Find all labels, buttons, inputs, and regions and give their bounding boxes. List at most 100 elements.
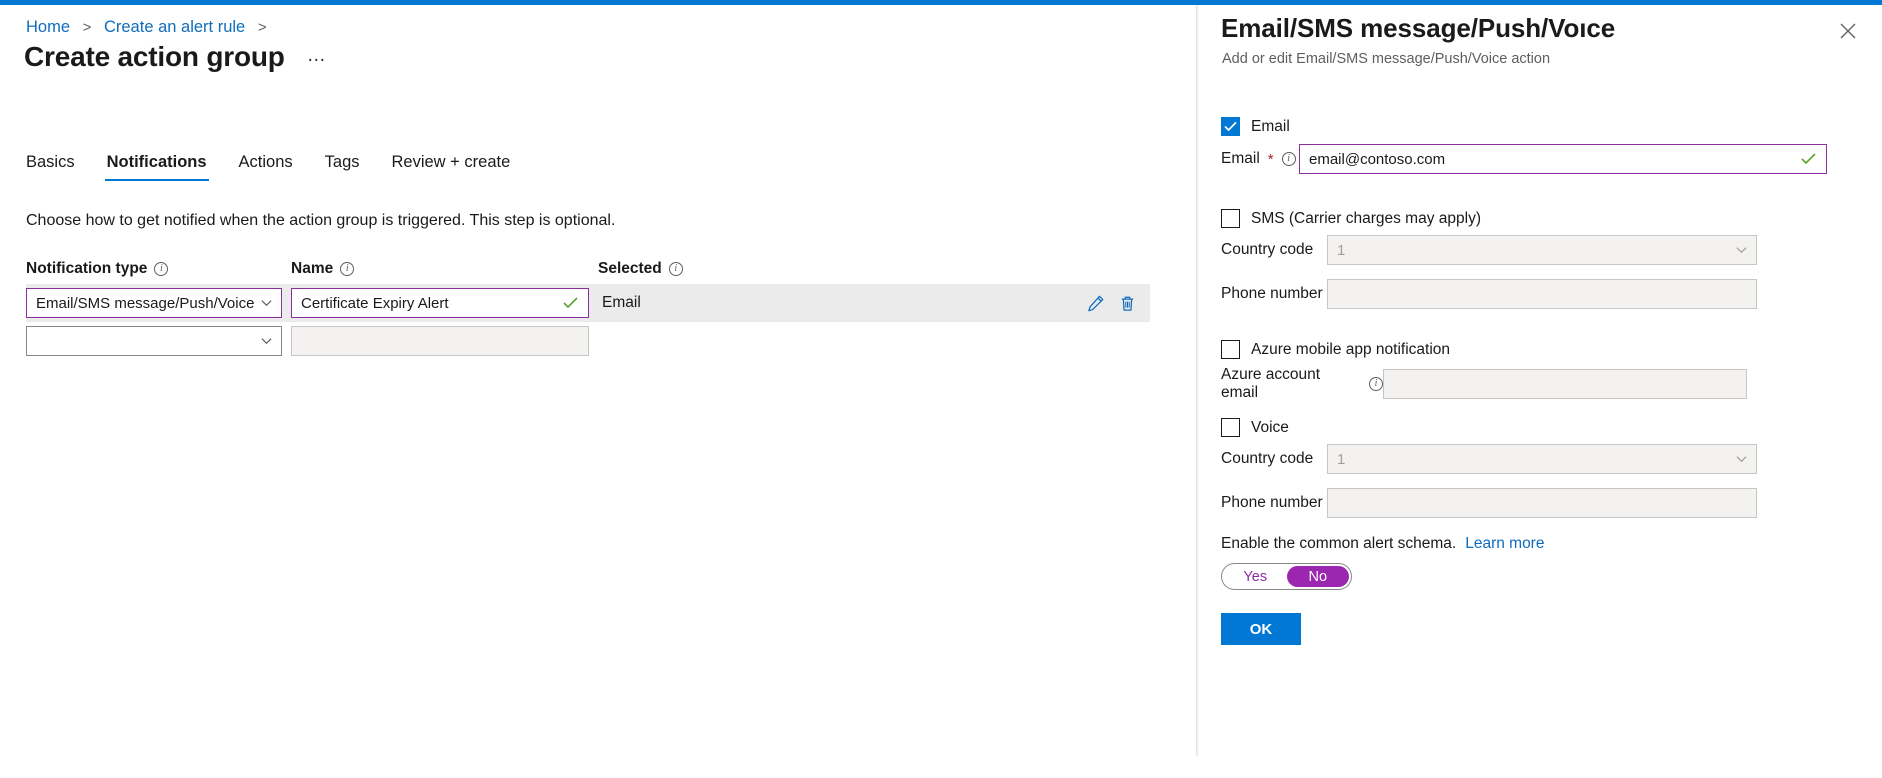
tab-actions[interactable]: Actions <box>223 153 309 181</box>
azure-account-email-label-text: Azure account email <box>1221 366 1361 402</box>
ok-button[interactable]: OK <box>1221 613 1301 645</box>
tab-review-create-label: Review + create <box>392 153 511 171</box>
email-field-label-text: Email <box>1221 150 1260 168</box>
voice-checkbox[interactable] <box>1221 418 1240 437</box>
voice-group: Voice Country code 1 Phone number <box>1221 418 1861 518</box>
tab-notifications-label: Notifications <box>107 153 207 171</box>
page-title: Create action group <box>24 41 285 73</box>
info-icon[interactable]: i <box>669 262 683 276</box>
email-input-value: email@contoso.com <box>1309 151 1445 168</box>
sms-checkbox-label: SMS (Carrier charges may apply) <box>1251 210 1481 228</box>
tab-notifications[interactable]: Notifications <box>91 153 223 181</box>
chevron-down-icon <box>1736 454 1747 465</box>
azure-portal-screen: Home > Create an alert rule > Create act… <box>0 0 1882 778</box>
column-header-selected-label: Selected <box>598 260 662 278</box>
tab-actions-label: Actions <box>239 153 293 171</box>
voice-checkbox-row[interactable]: Voice <box>1221 418 1861 437</box>
row-actions <box>1086 294 1150 313</box>
row-cell-name <box>291 326 598 356</box>
email-checkbox-row[interactable]: Email <box>1221 117 1861 136</box>
more-actions-button[interactable]: … <box>307 45 327 67</box>
create-action-group-blade: Home > Create an alert rule > Create act… <box>0 5 1197 778</box>
column-header-name-label: Name <box>291 260 333 278</box>
voice-country-code-label: Country code <box>1221 450 1327 468</box>
required-asterisk: * <box>1268 151 1274 168</box>
sms-country-code-dropdown[interactable]: 1 <box>1327 235 1757 265</box>
notifications-table: Notification type i Name i Selected i Em… <box>26 254 1150 360</box>
blade-tabs: Basics Notifications Actions Tags Review… <box>26 153 526 181</box>
common-alert-schema-group: Enable the common alert schema. Learn mo… <box>1221 535 1861 645</box>
close-icon[interactable] <box>1838 21 1860 43</box>
edit-icon[interactable] <box>1086 294 1105 313</box>
sms-phone-input[interactable] <box>1327 279 1757 309</box>
selected-value: Email <box>598 294 641 312</box>
row-cell-notification-type <box>26 326 291 356</box>
info-icon[interactable]: i <box>340 262 354 276</box>
email-field-row: Email * i email@contoso.com <box>1221 144 1861 174</box>
breadcrumb-separator-1: > <box>83 19 92 36</box>
table-row[interactable] <box>26 322 1150 360</box>
mobile-app-checkbox-row[interactable]: Azure mobile app notification <box>1221 340 1861 359</box>
tab-review-create[interactable]: Review + create <box>376 153 527 181</box>
breadcrumb: Home > Create an alert rule > <box>26 17 275 38</box>
chevron-down-icon <box>1736 245 1747 256</box>
notifications-helper-text: Choose how to get notified when the acti… <box>26 212 615 230</box>
panel-subtitle: Add or edit Email/SMS message/Push/Voice… <box>1222 51 1550 67</box>
learn-more-link[interactable]: Learn more <box>1465 535 1544 553</box>
azure-account-email-label: Azure account email i <box>1221 366 1383 402</box>
notification-type-dropdown[interactable]: Email/SMS message/Push/Voice <box>26 288 282 318</box>
email-checkbox[interactable] <box>1221 117 1240 136</box>
notification-type-value: Email/SMS message/Push/Voice <box>36 295 254 312</box>
table-row[interactable]: Email/SMS message/Push/Voice Certificate… <box>26 284 1150 322</box>
common-alert-schema-text: Enable the common alert schema. <box>1221 535 1456 553</box>
sms-checkbox[interactable] <box>1221 209 1240 228</box>
delete-icon[interactable] <box>1118 294 1137 313</box>
notification-name-input[interactable] <box>291 326 589 356</box>
mobile-app-checkbox[interactable] <box>1221 340 1240 359</box>
email-input[interactable]: email@contoso.com <box>1299 144 1827 174</box>
notification-type-dropdown[interactable] <box>26 326 282 356</box>
azure-mobile-app-group: Azure mobile app notification Azure acco… <box>1221 340 1861 402</box>
sms-country-code-row: Country code 1 <box>1221 235 1861 265</box>
azure-account-email-input[interactable] <box>1383 369 1747 399</box>
sms-group: SMS (Carrier charges may apply) Country … <box>1221 209 1861 309</box>
page-title-row: Create action group … <box>24 41 327 73</box>
email-field-label: Email * i <box>1221 150 1299 168</box>
row-cell-selected: Email <box>598 294 1150 313</box>
voice-country-code-row: Country code 1 <box>1221 444 1861 474</box>
tab-basics[interactable]: Basics <box>26 153 91 181</box>
toggle-option-no[interactable]: No <box>1287 566 1350 587</box>
chevron-down-icon <box>261 298 272 309</box>
tab-basics-label: Basics <box>26 153 75 171</box>
common-alert-schema-line: Enable the common alert schema. Learn mo… <box>1221 535 1861 553</box>
row-cell-name: Certificate Expiry Alert <box>291 288 598 318</box>
common-alert-schema-toggle[interactable]: Yes No <box>1221 563 1352 590</box>
info-icon[interactable]: i <box>1282 152 1296 166</box>
voice-phone-input[interactable] <box>1327 488 1757 518</box>
sms-country-code-label: Country code <box>1221 241 1327 259</box>
sms-country-code-value: 1 <box>1337 242 1345 259</box>
voice-phone-label: Phone number <box>1221 494 1327 512</box>
voice-checkbox-label: Voice <box>1251 419 1289 437</box>
row-cell-notification-type: Email/SMS message/Push/Voice <box>26 288 291 318</box>
column-header-name: Name i <box>291 260 598 278</box>
column-header-selected: Selected i <box>598 260 1150 278</box>
breadcrumb-home[interactable]: Home <box>26 18 70 36</box>
sms-checkbox-row[interactable]: SMS (Carrier charges may apply) <box>1221 209 1861 228</box>
voice-country-code-dropdown[interactable]: 1 <box>1327 444 1757 474</box>
info-icon[interactable]: i <box>1369 377 1383 391</box>
voice-country-code-value: 1 <box>1337 451 1345 468</box>
notification-name-input[interactable]: Certificate Expiry Alert <box>291 288 589 318</box>
sms-phone-row: Phone number <box>1221 279 1861 309</box>
info-icon[interactable]: i <box>154 262 168 276</box>
check-icon <box>1224 121 1237 132</box>
email-sms-push-voice-panel: Email/SMS message/Push/Voıce Add or edit… <box>1199 5 1882 778</box>
tab-tags-label: Tags <box>325 153 360 171</box>
valid-check-icon <box>563 297 578 309</box>
tab-tags[interactable]: Tags <box>309 153 376 181</box>
voice-phone-row: Phone number <box>1221 488 1861 518</box>
breadcrumb-create-an-alert-rule[interactable]: Create an alert rule <box>104 18 245 36</box>
email-group: Email Email * i email@contoso.com <box>1221 117 1861 174</box>
panel-title: Email/SMS message/Push/Voıce <box>1221 13 1615 44</box>
toggle-option-yes[interactable]: Yes <box>1224 566 1287 587</box>
